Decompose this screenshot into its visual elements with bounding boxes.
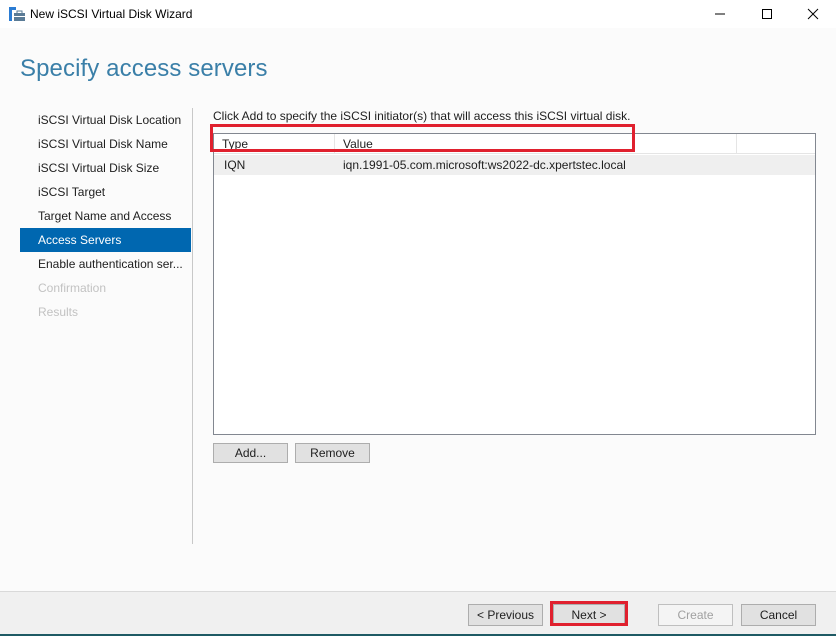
row-type: IQN [224, 158, 246, 172]
maximize-button[interactable] [744, 0, 790, 28]
wizard-steps-nav: iSCSI Virtual Disk Location iSCSI Virtua… [20, 108, 191, 324]
instruction-text: Click Add to specify the iSCSI initiator… [213, 109, 631, 123]
column-header-type[interactable]: Type [214, 134, 335, 154]
row-value: iqn.1991-05.com.microsoft:ws2022-dc.xper… [343, 158, 626, 172]
nav-step-target-name-access[interactable]: Target Name and Access [20, 204, 191, 228]
list-row[interactable]: IQN iqn.1991-05.com.microsoft:ws2022-dc.… [214, 155, 815, 175]
nav-step-disk-size[interactable]: iSCSI Virtual Disk Size [20, 156, 191, 180]
nav-divider [192, 108, 193, 544]
wizard-app-icon [9, 7, 25, 21]
next-button[interactable]: Next > [553, 604, 625, 626]
cancel-button[interactable]: Cancel [741, 604, 816, 626]
close-button[interactable] [790, 0, 836, 28]
window-title: New iSCSI Virtual Disk Wizard [30, 7, 193, 21]
nav-step-confirmation: Confirmation [38, 281, 107, 295]
wizard-content: Specify access servers iSCSI Virtual Dis… [0, 28, 836, 591]
wizard-footer: < Previous Next > Create Cancel [0, 591, 836, 636]
nav-step-iscsi-target[interactable]: iSCSI Target [20, 180, 191, 204]
previous-button[interactable]: < Previous [468, 604, 543, 626]
create-button: Create [658, 604, 733, 626]
minimize-icon [715, 13, 725, 15]
title-bar: New iSCSI Virtual Disk Wizard [0, 0, 836, 28]
add-initiator-button[interactable]: Add... [213, 443, 288, 463]
remove-initiator-button[interactable]: Remove [295, 443, 370, 463]
nav-step-results: Results [38, 305, 79, 319]
column-header-value[interactable]: Value [335, 134, 737, 154]
maximize-icon [762, 9, 772, 19]
nav-step-disk-name[interactable]: iSCSI Virtual Disk Name [20, 132, 191, 156]
nav-step-enable-authentication[interactable]: Enable authentication ser... [20, 252, 191, 276]
close-icon [807, 8, 819, 20]
page-title: Specify access servers [20, 55, 268, 82]
minimize-button[interactable] [697, 0, 743, 28]
nav-step-disk-location[interactable]: iSCSI Virtual Disk Location [20, 108, 191, 132]
initiators-list[interactable]: Type Value IQN iqn.1991-05.com.microsoft… [213, 133, 816, 435]
list-header: Type Value [214, 134, 815, 154]
nav-step-access-servers[interactable]: Access Servers [20, 228, 191, 252]
